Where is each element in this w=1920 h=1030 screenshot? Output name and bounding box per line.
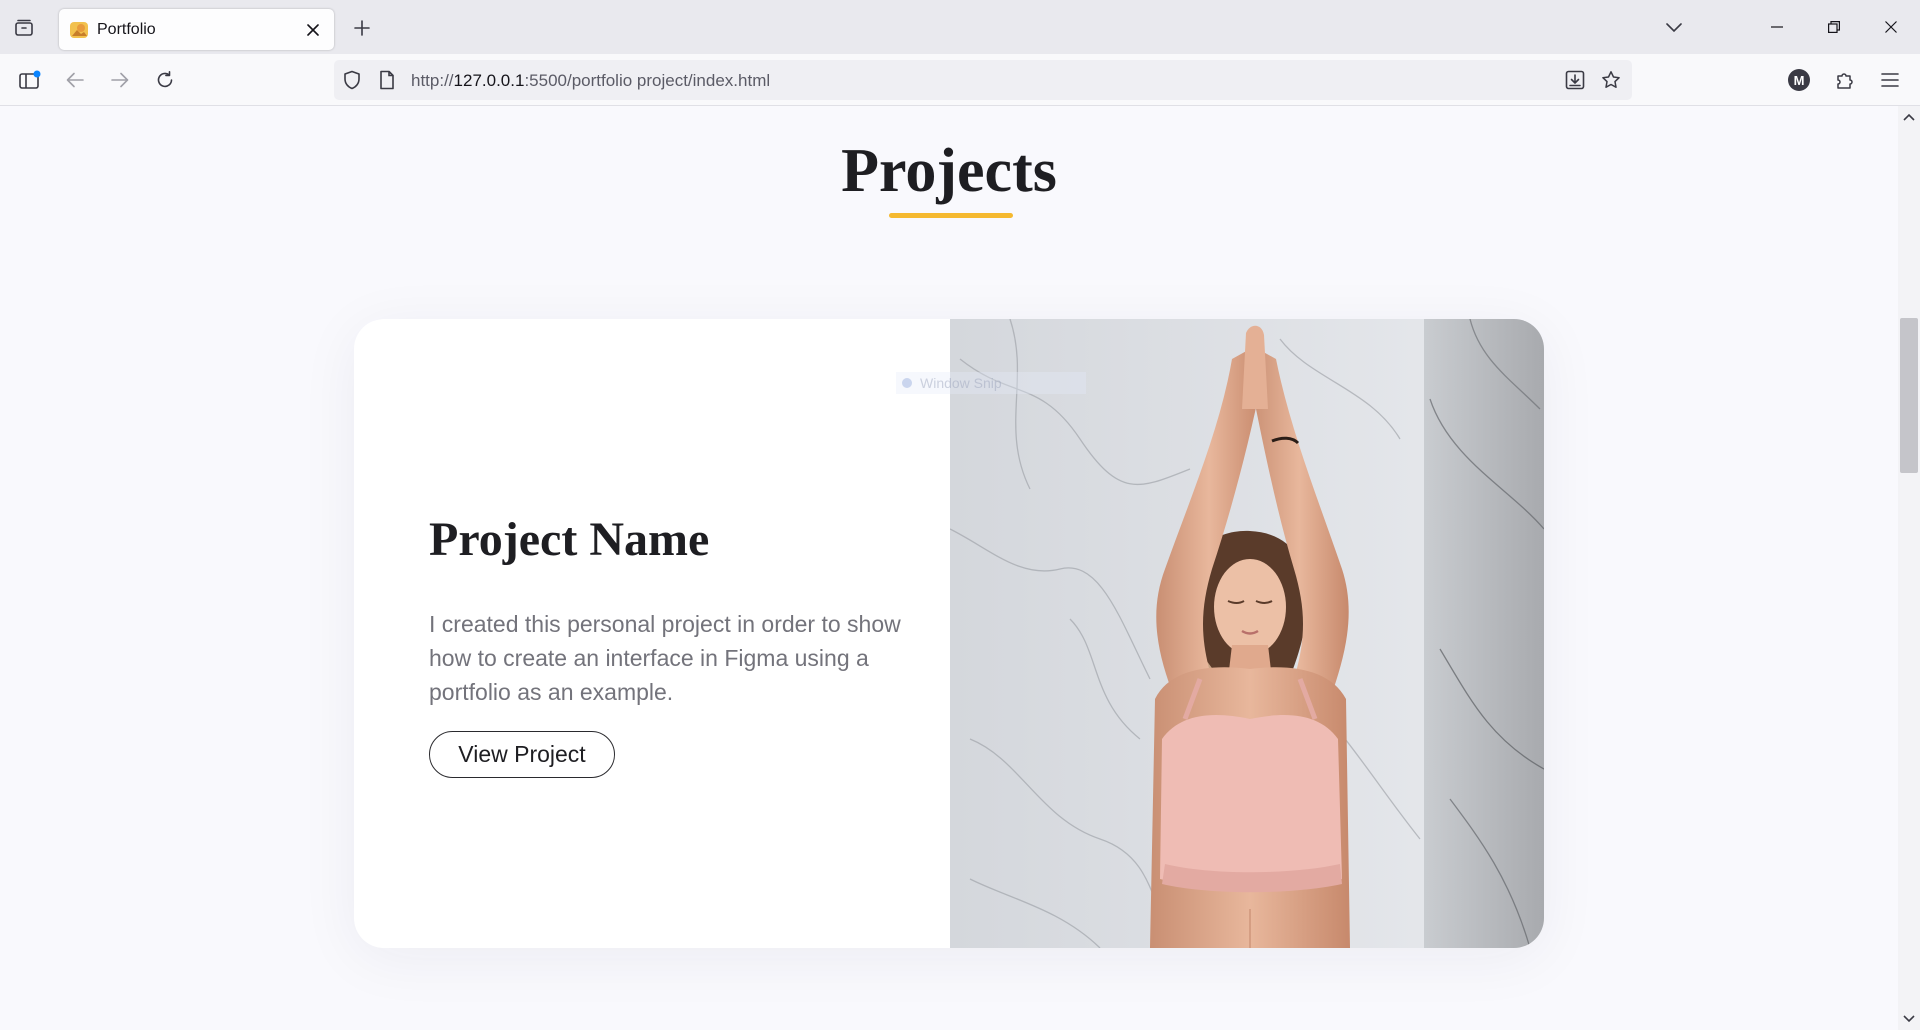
portfolio-favicon-icon: [70, 21, 88, 38]
scroll-up-arrow-icon[interactable]: [1902, 110, 1916, 124]
extensions-puzzle-icon[interactable]: [1829, 64, 1861, 96]
project-description: I created this personal project in order…: [429, 610, 901, 705]
minimize-icon[interactable]: [1754, 10, 1800, 44]
tab-list-icon[interactable]: [10, 14, 38, 42]
title-underline: [889, 213, 1013, 218]
bookmark-star-icon[interactable]: [1600, 69, 1622, 91]
url-text[interactable]: http://127.0.0.1:5500/portfolio project/…: [411, 71, 770, 91]
shield-icon[interactable]: [341, 69, 363, 91]
forward-arrow-icon[interactable]: [104, 64, 136, 96]
account-avatar[interactable]: M: [1788, 69, 1810, 91]
project-card: Project Name I created this personal pro…: [354, 319, 1544, 948]
close-window-icon[interactable]: [1868, 10, 1914, 44]
project-image: [950, 319, 1544, 948]
browser-tab[interactable]: Portfolio: [59, 9, 334, 50]
url-prefix: http://: [411, 71, 454, 90]
project-card-text: Project Name I created this personal pro…: [429, 513, 919, 778]
chevron-down-icon[interactable]: [1660, 14, 1688, 42]
save-to-device-icon[interactable]: [1564, 69, 1586, 91]
restore-icon[interactable]: [1811, 10, 1857, 44]
close-tab-icon[interactable]: [302, 19, 324, 41]
hamburger-menu-icon[interactable]: [1874, 64, 1906, 96]
scrollbar-thumb[interactable]: [1900, 318, 1918, 473]
scroll-down-arrow-icon[interactable]: [1902, 1012, 1916, 1026]
project-name: Project Name: [429, 513, 710, 566]
url-path: :5500/portfolio project/index.html: [524, 71, 771, 90]
vertical-scrollbar[interactable]: [1898, 106, 1920, 1030]
snip-label: Window Snip: [920, 375, 1002, 391]
snip-dot-icon: [902, 378, 912, 388]
new-tab-icon[interactable]: [348, 14, 376, 42]
navigation-toolbar: http://127.0.0.1:5500/portfolio project/…: [0, 54, 1920, 106]
back-arrow-icon[interactable]: [59, 64, 91, 96]
tab-bar: Portfolio: [0, 0, 1920, 54]
tab-title: Portfolio: [97, 20, 156, 38]
url-host: 127.0.0.1: [453, 71, 525, 90]
address-bar[interactable]: http://127.0.0.1:5500/portfolio project/…: [334, 60, 1632, 100]
window-snip-overlay: Window Snip: [896, 372, 1086, 394]
sidebar-icon[interactable]: [14, 64, 46, 96]
view-project-button[interactable]: View Project: [429, 730, 615, 778]
section-title: Projects: [841, 137, 1057, 205]
reload-icon[interactable]: [149, 64, 181, 96]
page-viewport: Projects Project Name I created this per…: [0, 106, 1898, 1030]
page-icon[interactable]: [376, 69, 398, 91]
